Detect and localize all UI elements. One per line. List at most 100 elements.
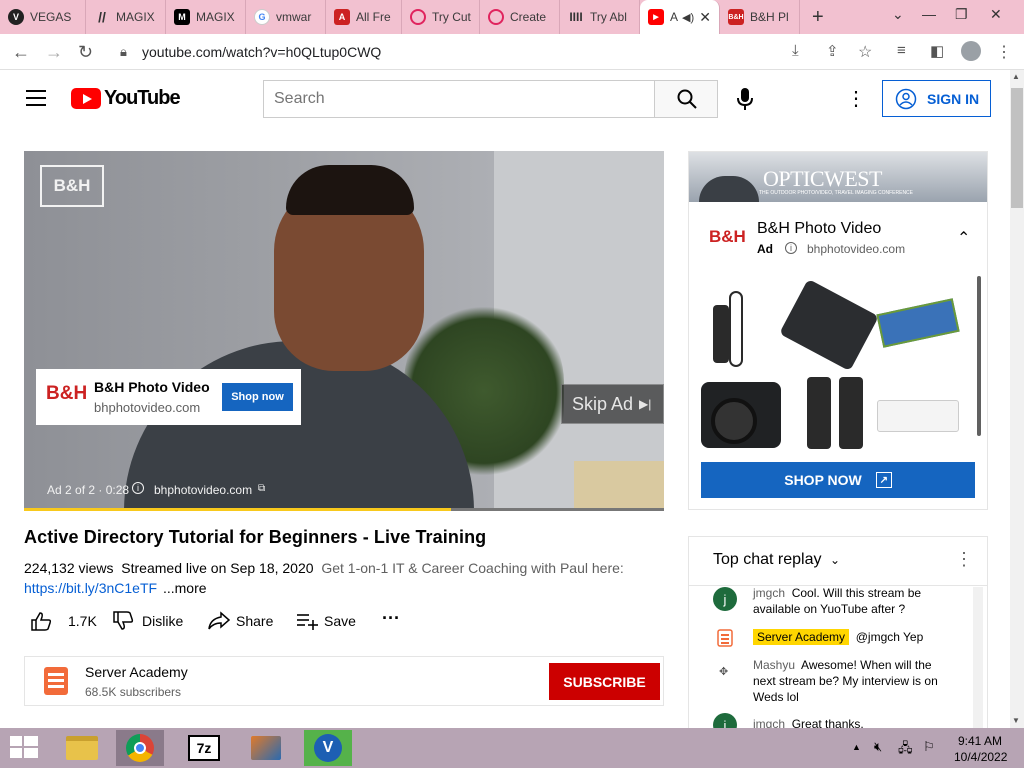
ad-brand-name[interactable]: B&H Photo Video [757,220,881,238]
network-icon[interactable]: 🖧︎ [898,739,913,761]
tab-youtube-active[interactable]: ▶ A ◀) ✕ [640,0,720,34]
share-button[interactable]: Share [208,611,273,631]
hamburger-menu-icon[interactable] [26,90,46,106]
coaching-link[interactable]: https://bit.ly/3nC1eTF [24,580,157,596]
tray-expand-icon[interactable]: ▲ [852,742,861,752]
ad-info-icon[interactable]: i [785,242,797,254]
windows-start-icon[interactable] [10,736,38,760]
chat-replay-panel: Top chat replay ⌄ ⋮ j jmgch Cool. Will t… [688,536,988,736]
chat-author[interactable]: jmgch [753,586,785,600]
video-player[interactable]: B&H B&H B&H Photo Video bhphotovideo.com… [24,151,664,511]
shop-now-button[interactable]: Shop now [222,383,293,411]
more-options-icon[interactable]: ⋮ [846,86,866,111]
clock-icon [410,9,426,25]
presenter-hair [286,165,414,215]
server-academy-logo-icon[interactable] [43,666,69,696]
product-camera-image[interactable] [701,382,781,448]
ad-domain-link[interactable]: bhphotovideo.com [154,483,252,497]
tab-bh[interactable]: B&H B&H Pl [720,0,800,34]
tab-label: Try Abl [590,10,627,24]
media-control-icon[interactable]: ≡ [897,42,906,59]
tab-magix[interactable]: // MAGIX [86,0,166,34]
clock-icon [488,9,504,25]
speaker-icon[interactable]: ◀) [682,11,694,24]
sign-in-button[interactable]: SIGN IN [882,80,991,117]
product-ram-image[interactable] [876,298,960,348]
skip-ad-button[interactable]: Skip Ad ▶| [561,384,664,424]
close-tab-icon[interactable]: ✕ [699,9,711,26]
ad-overlay-card[interactable]: B&H B&H Photo Video bhphotovideo.com Sho… [36,369,301,425]
clock-time[interactable]: 9:41 AM [958,734,1002,748]
save-button[interactable]: Save [296,611,356,631]
url-text[interactable]: youtube.com/watch?v=h0QLtup0CWQ [142,44,381,60]
subscribe-button[interactable]: SUBSCRIBE [549,663,660,700]
reload-icon[interactable]: ↻ [78,42,93,63]
open-link-icon: ↗ [875,472,892,488]
restore-button[interactable]: ❐ [955,6,968,23]
search-input[interactable] [263,80,655,118]
tab-create[interactable]: Create [480,0,560,34]
browser-menu-icon[interactable]: ⋮ [996,42,1012,62]
product-mount-image[interactable] [779,278,879,372]
youtube-logo-text[interactable]: YouTube [104,87,181,110]
skip-next-icon: ▶| [639,397,652,411]
bookmark-star-icon[interactable]: ☆ [858,42,872,62]
banner-subtitle: THE OUTDOOR PHOTO/VIDEO, TRAVEL IMAGING … [759,190,913,196]
show-more-link[interactable]: ...more [163,580,207,596]
tab-search-icon[interactable]: ⌄ [892,6,904,23]
product-remote-image[interactable] [713,287,743,367]
new-tab-button[interactable]: + [812,6,824,29]
opticwest-banner[interactable]: OPTICWEST THE OUTDOOR PHOTO/VIDEO, TRAVE… [689,152,987,202]
channel-card: Server Academy 68.5K subscribers SUBSCRI… [24,656,664,706]
tab-vegas[interactable]: V VEGAS [0,0,86,34]
notification-icon[interactable]: ⚐ [923,739,935,755]
microphone-icon[interactable] [736,86,754,112]
lock-icon[interactable]: 🔒︎ [120,44,127,60]
profile-avatar-icon[interactable] [961,41,981,61]
chat-scrollbar[interactable] [973,587,983,735]
minimize-button[interactable]: — [922,6,936,22]
channel-name[interactable]: Server Academy [85,664,188,680]
side-panel-icon[interactable]: ◧ [930,42,944,60]
tab-vmware[interactable]: G vmwar [246,0,326,34]
chat-options-icon[interactable]: ⋮ [955,549,973,570]
product-mic-right-image[interactable] [839,377,863,449]
chat-author-owner[interactable]: Server Academy [753,629,850,645]
shop-now-cta-button[interactable]: SHOP NOW ↗ [701,462,975,498]
vegas-taskbar-icon[interactable]: V [304,730,352,766]
volume-muted-icon[interactable]: 🔇︎ [874,739,882,755]
search-button[interactable] [654,80,718,118]
chrome-taskbar-icon[interactable] [116,730,164,766]
7zip-icon[interactable]: 7z [180,730,228,766]
chat-author[interactable]: Mashyu [753,658,795,672]
tab-try-abl[interactable]: IIII Try Abl [560,0,640,34]
bh-watermark-logo: B&H [40,165,104,207]
product-scrollbar[interactable] [977,276,981,436]
back-icon[interactable]: ← [12,42,30,63]
image-editor-icon[interactable] [242,730,290,766]
dropdown-chevron-icon: ⌄ [829,553,841,567]
share-page-icon[interactable]: ⇪ [826,42,839,60]
close-window-button[interactable]: ✕ [990,6,1002,23]
product-mic-left-image[interactable] [807,377,831,449]
ad-info-icon[interactable]: i [132,482,144,494]
tab-try-cut[interactable]: Try Cut [402,0,480,34]
collapse-chevron-icon[interactable]: ⌃ [957,228,970,248]
install-icon[interactable]: ⤓ [792,42,799,59]
tab-magix-2[interactable]: M MAGIX [166,0,246,34]
more-actions-icon[interactable]: ··· [382,608,400,629]
scroll-up-icon[interactable]: ▲ [1012,72,1020,81]
clock-date[interactable]: 10/4/2022 [954,750,1007,764]
like-button[interactable]: 1.7K [30,611,97,631]
scroll-down-icon[interactable]: ▼ [1012,716,1020,725]
shop-now-cta-label: SHOP NOW [784,472,862,488]
dislike-button[interactable]: Dislike [112,611,183,631]
youtube-logo-icon[interactable] [71,88,101,109]
tab-all-free[interactable]: A All Fre [326,0,402,34]
chat-header[interactable]: Top chat replay ⌄ [713,551,840,569]
product-keyboard-image[interactable] [877,400,959,432]
forward-icon[interactable]: → [45,42,63,63]
page-scrollbar-thumb[interactable] [1011,88,1023,208]
file-explorer-icon[interactable] [58,730,106,766]
thumbs-up-icon [31,612,52,631]
